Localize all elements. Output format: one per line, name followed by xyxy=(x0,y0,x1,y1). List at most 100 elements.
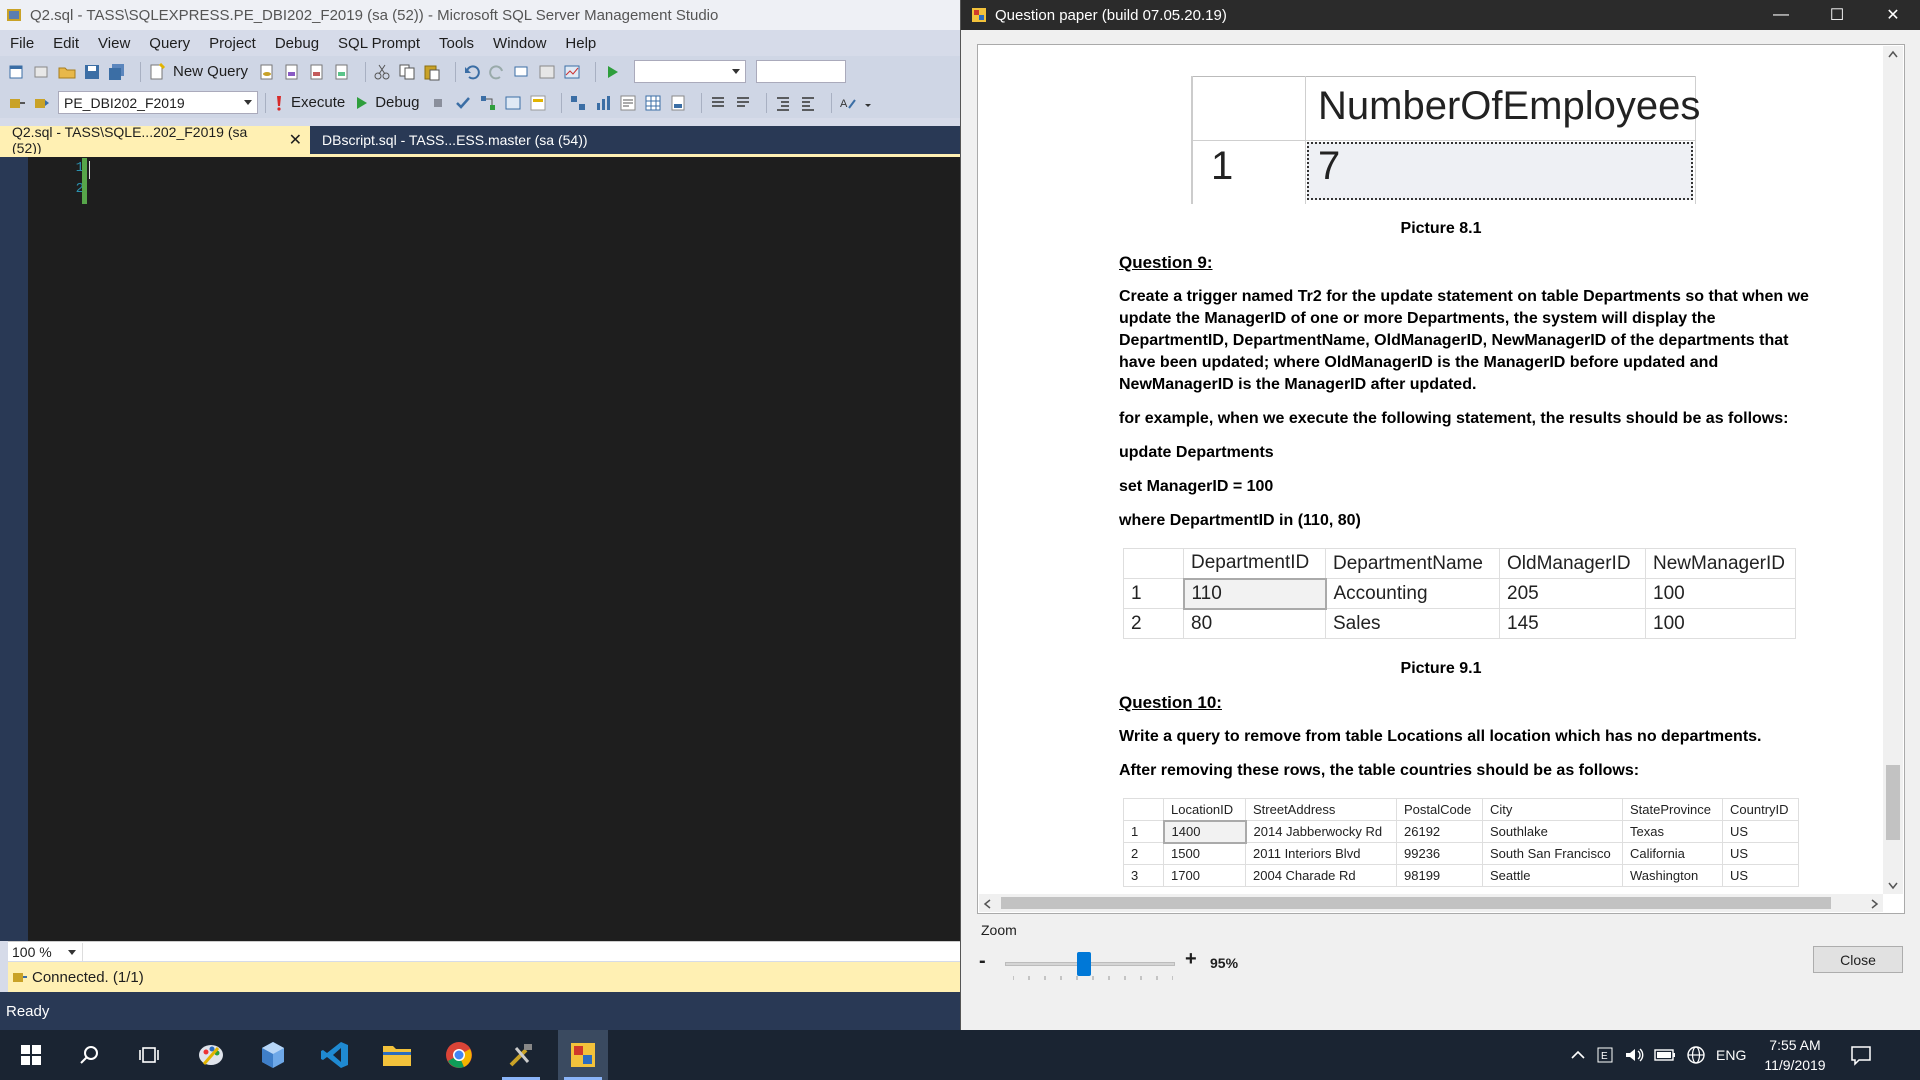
menu-tools[interactable]: Tools xyxy=(439,35,474,52)
table-cell: Washington xyxy=(1622,864,1723,887)
cancel-query-icon[interactable] xyxy=(429,94,447,112)
tab-q2-sql[interactable]: Q2.sql - TASS\SQLE...202_F2019 (sa (52))… xyxy=(0,124,310,156)
zoom-in-button[interactable]: + xyxy=(1185,948,1197,971)
chevron-right-icon[interactable] xyxy=(1871,899,1879,909)
results-to-text-icon[interactable] xyxy=(619,94,637,112)
action-center-icon[interactable] xyxy=(1850,1044,1872,1066)
add-item-icon[interactable] xyxy=(33,63,51,81)
tab-dbscript-sql[interactable]: DBscript.sql - TASS...ESS.master (sa (54… xyxy=(310,126,596,154)
search-box[interactable] xyxy=(756,60,847,83)
results-to-file-icon[interactable] xyxy=(669,94,687,112)
chevron-down-icon[interactable] xyxy=(1888,882,1898,890)
minimize-button[interactable]: — xyxy=(1753,0,1809,30)
zoom-out-button[interactable]: - xyxy=(979,950,986,973)
client-statistics-icon[interactable] xyxy=(594,94,612,112)
battery-icon[interactable] xyxy=(1654,1048,1676,1062)
debug-button[interactable]: Debug xyxy=(375,94,419,111)
task-view-button[interactable] xyxy=(124,1030,174,1080)
undo-icon[interactable] xyxy=(463,63,481,81)
network-globe-icon[interactable] xyxy=(1686,1045,1706,1065)
taskbar-clock[interactable]: 7:55 AM 11/9/2019 xyxy=(1764,1035,1825,1075)
menu-edit[interactable]: Edit xyxy=(53,35,79,52)
uncomment-lines-icon[interactable] xyxy=(734,94,752,112)
taskbar-search-button[interactable] xyxy=(64,1030,114,1080)
xmla-query-icon[interactable] xyxy=(333,63,351,81)
new-query-button[interactable]: New Query xyxy=(173,63,248,80)
zoom-slider-thumb[interactable] xyxy=(1077,952,1091,976)
start-button[interactable] xyxy=(6,1030,56,1080)
menu-sql-prompt[interactable]: SQL Prompt xyxy=(338,35,420,52)
chevron-left-icon[interactable] xyxy=(983,899,991,909)
comment-lines-icon[interactable] xyxy=(709,94,727,112)
maximize-button[interactable]: ☐ xyxy=(1809,0,1865,30)
connect-icon[interactable] xyxy=(8,94,26,112)
document-page[interactable]: NumberOfEmployees 1 7 Picture 8.1 Questi… xyxy=(979,46,1883,894)
activity-monitor-icon[interactable] xyxy=(563,63,581,81)
intellisense-icon[interactable] xyxy=(529,94,547,112)
menu-view[interactable]: View xyxy=(98,35,130,52)
taskbar-app-3d-viewer[interactable] xyxy=(248,1030,298,1080)
table-cell: US xyxy=(1722,842,1799,865)
ime-icon[interactable]: E xyxy=(1596,1046,1614,1064)
open-file-icon[interactable] xyxy=(58,63,76,81)
results-to-grid-icon[interactable] xyxy=(644,94,662,112)
editor-zoom-combo[interactable]: 100 % xyxy=(8,942,83,961)
specify-template-values-icon[interactable]: A xyxy=(839,94,857,112)
taskbar-app-vscode[interactable] xyxy=(310,1030,360,1080)
table-cell: 1700 xyxy=(1163,864,1246,887)
decrease-indent-icon[interactable] xyxy=(774,94,792,112)
new-query-icon[interactable] xyxy=(148,62,166,81)
navigate-icon[interactable] xyxy=(513,63,531,81)
menu-window[interactable]: Window xyxy=(493,35,546,52)
change-connection-icon[interactable] xyxy=(33,94,51,112)
solution-explorer-icon[interactable] xyxy=(538,63,556,81)
new-project-icon[interactable] xyxy=(8,63,26,81)
grid-line xyxy=(1305,76,1306,204)
cut-icon[interactable] xyxy=(373,63,391,81)
debug-play-icon[interactable] xyxy=(355,94,369,112)
menu-debug[interactable]: Debug xyxy=(275,35,319,52)
copy-icon[interactable] xyxy=(398,63,416,81)
solution-config-combo[interactable] xyxy=(634,60,747,83)
dmx-query-icon[interactable] xyxy=(308,63,326,81)
question-paper-icon xyxy=(571,1043,595,1067)
taskbar-app-chrome[interactable] xyxy=(434,1030,484,1080)
mdx-query-icon[interactable] xyxy=(283,63,301,81)
close-button[interactable]: Close xyxy=(1813,946,1903,973)
menu-project[interactable]: Project xyxy=(209,35,256,52)
table-header-cell: PostalCode xyxy=(1396,798,1483,821)
increase-indent-icon[interactable] xyxy=(799,94,817,112)
paste-icon[interactable] xyxy=(423,63,441,81)
menu-query[interactable]: Query xyxy=(149,35,190,52)
horizontal-scroll-thumb[interactable] xyxy=(1001,897,1831,909)
execute-button[interactable]: Execute xyxy=(291,94,345,111)
taskbar-app-paint[interactable] xyxy=(186,1030,236,1080)
save-icon[interactable] xyxy=(83,63,101,81)
vertical-scroll-thumb[interactable] xyxy=(1886,765,1900,840)
show-hidden-icons-icon[interactable] xyxy=(1570,1047,1586,1063)
taskbar-app-question-paper[interactable] xyxy=(558,1030,608,1080)
actual-plan-icon[interactable] xyxy=(569,94,587,112)
close-tab-icon[interactable]: ✕ xyxy=(289,130,302,150)
display-plan-icon[interactable] xyxy=(479,94,497,112)
input-language-indicator[interactable]: ENG xyxy=(1716,1047,1746,1063)
toolbar-overflow-icon[interactable] xyxy=(864,94,872,112)
parse-checkmark-icon[interactable] xyxy=(454,94,472,112)
volume-icon[interactable] xyxy=(1624,1046,1644,1064)
start-icon[interactable] xyxy=(603,63,621,81)
sql-editor[interactable] xyxy=(28,157,960,941)
query-options-icon[interactable] xyxy=(504,94,522,112)
database-query-icon[interactable] xyxy=(258,63,276,81)
available-databases-combo[interactable]: PE_DBI202_F2019 xyxy=(58,91,258,114)
redo-icon[interactable] xyxy=(488,63,506,81)
question-paper-app-icon xyxy=(972,8,986,22)
save-all-icon[interactable] xyxy=(108,63,126,81)
taskbar-app-file-explorer[interactable] xyxy=(372,1030,422,1080)
chevron-up-icon[interactable] xyxy=(1888,50,1898,58)
menu-file[interactable]: File xyxy=(10,35,34,52)
execute-icon[interactable] xyxy=(273,94,285,112)
taskbar-app-ssms[interactable] xyxy=(496,1030,546,1080)
table-cell: 99236 xyxy=(1396,842,1483,865)
close-window-button[interactable]: ✕ xyxy=(1865,0,1920,30)
menu-help[interactable]: Help xyxy=(565,35,596,52)
